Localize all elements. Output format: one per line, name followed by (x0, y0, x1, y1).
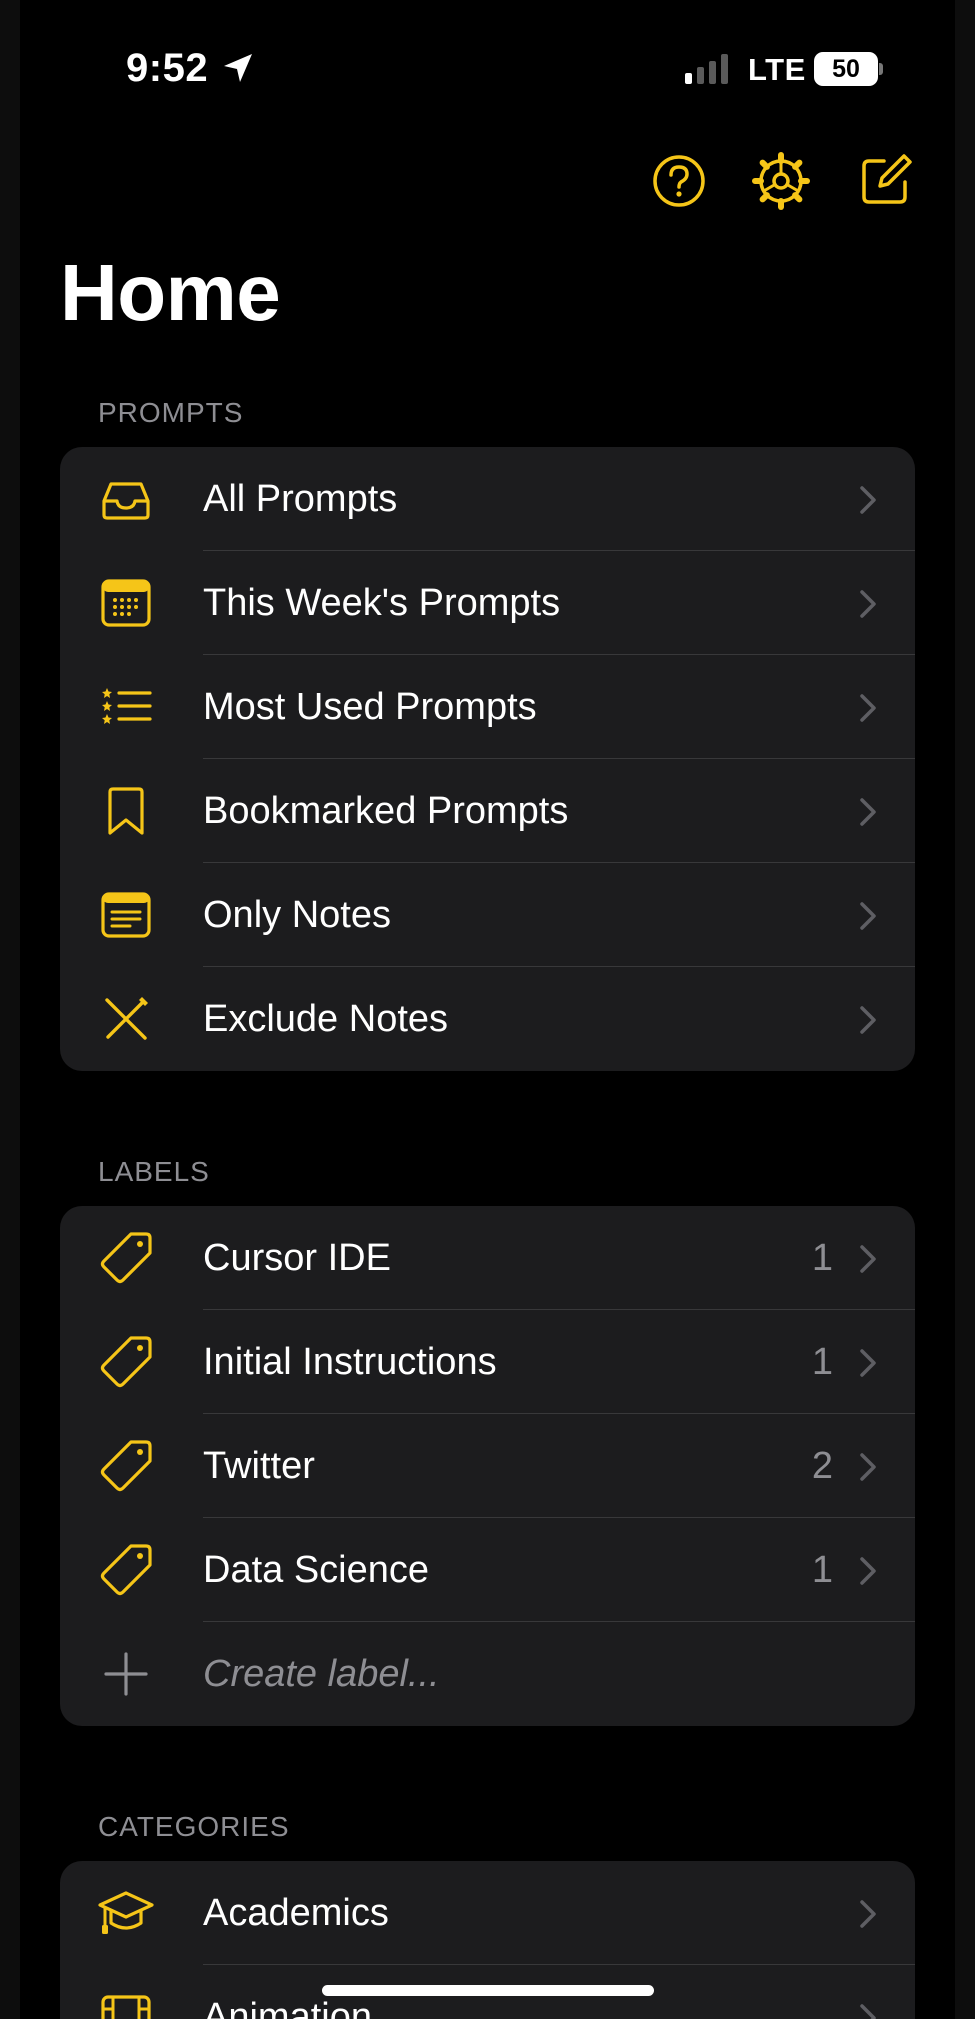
chevron-right-icon (860, 2004, 876, 2019)
labels-list: Cursor IDE 1 Initial Instructions 1 Twit… (60, 1206, 915, 1726)
screen: 9:52 LTE 50 Home PROMPTS All Prompts Thi… (0, 0, 975, 2019)
tag-icon (100, 1336, 152, 1388)
battery-indicator: 50 (814, 52, 878, 86)
chevron-right-icon (860, 1245, 876, 1273)
home-indicator[interactable] (322, 1985, 654, 1996)
compose-icon[interactable] (856, 152, 914, 210)
chevron-right-icon (860, 1453, 876, 1481)
category-item-academics[interactable]: Academics (60, 1861, 915, 1965)
chevron-right-icon (860, 798, 876, 826)
gear-icon[interactable] (752, 152, 810, 210)
label-item-data-science[interactable]: Data Science 1 (60, 1518, 915, 1622)
chevron-right-icon (860, 902, 876, 930)
label-item-cursor-ide[interactable]: Cursor IDE 1 (60, 1206, 915, 1310)
question-circle-icon[interactable] (650, 152, 708, 210)
tag-icon (100, 1544, 152, 1596)
label-item-count: 1 (811, 1549, 833, 1591)
create-label-row[interactable]: Create label... (60, 1622, 915, 1726)
section-header-categories: CATEGORIES (98, 1811, 290, 1842)
chevron-right-icon (860, 1557, 876, 1585)
prompts-item-label: Most Used Prompts (203, 686, 537, 728)
prompts-item-exclude-notes[interactable]: Exclude Notes (60, 967, 915, 1071)
prompts-item-only-notes[interactable]: Only Notes (60, 863, 915, 967)
chevron-right-icon (860, 694, 876, 722)
network-type: LTE (748, 52, 806, 87)
graduation-cap-icon (98, 1891, 154, 1934)
prompts-item-label: Bookmarked Prompts (203, 790, 569, 832)
cellular-signal-icon (685, 54, 728, 84)
create-label-input[interactable]: Create label... (203, 1622, 440, 1726)
pencil-cross-icon (105, 997, 148, 1040)
chevron-right-icon (860, 590, 876, 618)
location-arrow-icon (224, 54, 252, 82)
prompts-item-label: Exclude Notes (203, 998, 449, 1040)
prompts-item-label: Only Notes (203, 894, 391, 936)
section-header-prompts: PROMPTS (98, 397, 244, 428)
label-item-count: 2 (811, 1445, 833, 1487)
prompts-item-label: This Week's Prompts (203, 582, 561, 624)
chevron-right-icon (860, 1900, 876, 1928)
prompts-list: All Prompts This Week's Prompts Most Use… (60, 447, 915, 1071)
page-title: Home (60, 248, 281, 337)
label-item-twitter[interactable]: Twitter 2 (60, 1414, 915, 1518)
tag-icon (100, 1440, 152, 1492)
bookmark-icon (108, 787, 144, 835)
label-item-initial-instructions[interactable]: Initial Instructions 1 (60, 1310, 915, 1414)
prompts-item-most-used[interactable]: Most Used Prompts (60, 655, 915, 759)
chevron-right-icon (860, 1349, 876, 1377)
prompts-item-this-week[interactable]: This Week's Prompts (60, 551, 915, 655)
label-item-count: 1 (811, 1341, 833, 1383)
prompts-item-bookmarked[interactable]: Bookmarked Prompts (60, 759, 915, 863)
prompts-item-all[interactable]: All Prompts (60, 447, 915, 551)
screen-edge-right (955, 0, 975, 2019)
category-item-label: Academics (203, 1892, 389, 1934)
tray-icon (102, 482, 150, 520)
battery-tip (879, 63, 883, 75)
label-item-name: Data Science (203, 1549, 430, 1591)
section-header-labels: LABELS (98, 1156, 210, 1187)
label-item-name: Twitter (203, 1445, 315, 1487)
calendar-icon (101, 579, 151, 627)
label-item-name: Initial Instructions (203, 1341, 497, 1383)
starred-list-icon (102, 688, 152, 724)
plus-icon (104, 1652, 148, 1696)
tag-icon (100, 1232, 152, 1284)
film-icon (101, 1995, 151, 2019)
prompts-item-label: All Prompts (203, 478, 398, 520)
screen-edge-left (0, 0, 20, 2019)
label-item-name: Cursor IDE (203, 1237, 391, 1279)
chevron-right-icon (860, 1006, 876, 1034)
label-item-count: 1 (811, 1237, 833, 1279)
chevron-right-icon (860, 486, 876, 514)
status-time: 9:52 (126, 46, 209, 90)
note-icon (101, 892, 151, 938)
